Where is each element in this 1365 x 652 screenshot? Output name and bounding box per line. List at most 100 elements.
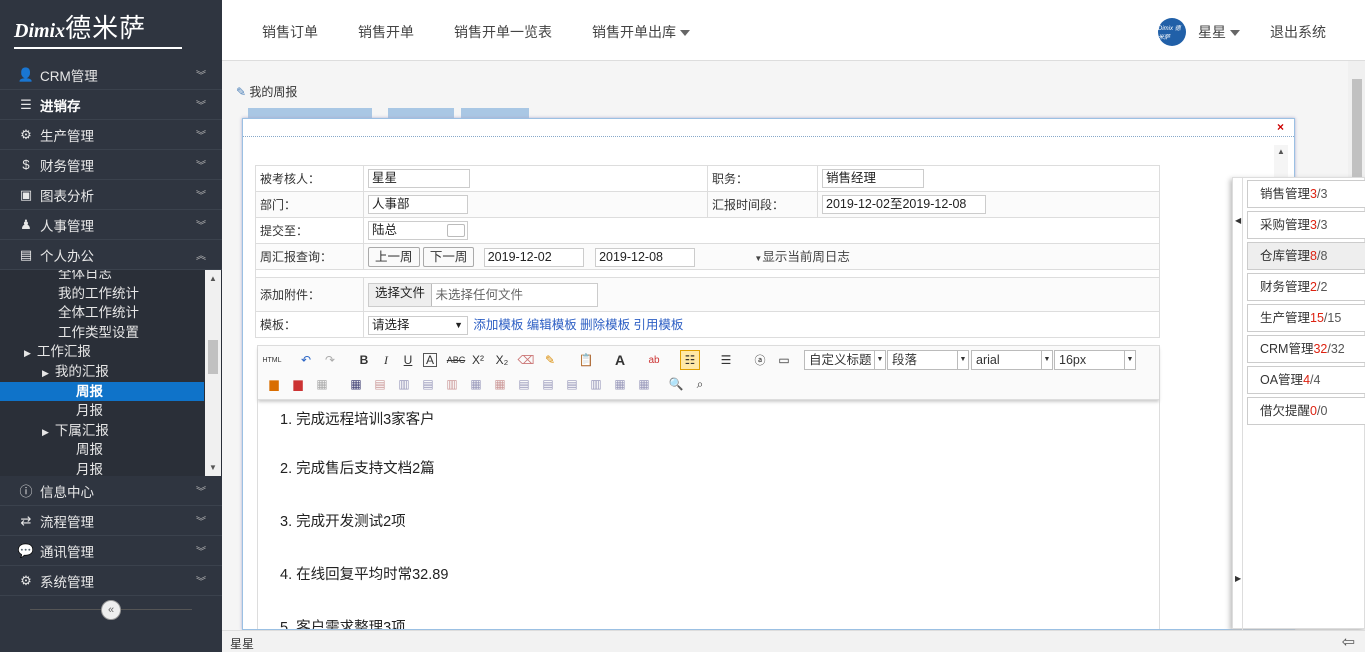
next-week-button[interactable]: 下一周 [422,247,475,268]
superscript-icon[interactable]: X² [468,350,488,370]
submit-to-field[interactable]: 陆总 [368,221,468,240]
paragraph-select[interactable]: 段落 ▼ [887,350,969,370]
table-props-icon[interactable]: ▦ [610,374,630,394]
back-arrow-icon[interactable]: ⇦ [1342,632,1355,652]
sidebar-item-finance[interactable]: $ 财务管理 ︾ [0,150,222,180]
font-size-select[interactable]: 16px ▼ [1054,350,1136,370]
sidebar-item-system[interactable]: ⚙ 系统管理 ︾ [0,566,222,596]
ordered-list-icon[interactable]: ☷ [680,350,700,370]
sub-all-stats[interactable]: 全体工作统计 [0,303,204,323]
reviewee-field[interactable]: 星星 [368,169,470,188]
summary-production[interactable]: 生产管理15/15 [1247,304,1365,332]
font-family-select[interactable]: arial ▼ [971,350,1053,370]
caret-left-icon[interactable]: ◀ [1235,216,1241,225]
sub-my-weekly[interactable]: 周报 [0,381,204,402]
sub-my-monthly[interactable]: 月报 [0,401,204,421]
add-template-link[interactable]: 添加模板 [473,318,523,332]
picker-icon[interactable] [447,224,465,237]
split-cells-icon[interactable]: ▦ [490,374,510,394]
choose-file-button[interactable]: 选择文件 [369,284,433,307]
nav-sales-invoice-list[interactable]: 销售开单一览表 [454,22,552,42]
heading-style-select[interactable]: 自定义标题 ▼ [804,350,886,370]
sub-my-report[interactable]: ▶ 我的汇报 [0,362,204,382]
sub-my-stats[interactable]: 我的工作统计 [0,284,204,304]
panel-toggle[interactable]: ◀ ▶ [1233,178,1243,630]
undo-icon[interactable]: ↶ [296,350,316,370]
subscript-icon[interactable]: X₂ [492,350,512,370]
sub-work-report[interactable]: ▶ 工作汇报 [0,342,204,362]
sub-sub-report[interactable]: ▶ 下属汇报 [0,421,204,441]
unordered-list-icon[interactable]: ☰ [716,350,736,370]
font-color-icon[interactable]: A [610,350,630,370]
sidebar-item-inventory[interactable]: ☰ 进销存 ︾ [0,90,222,120]
merge-cells-icon[interactable]: ▦ [466,374,486,394]
scroll-down-icon[interactable]: ▼ [209,463,217,472]
redo-icon[interactable]: ↷ [320,350,340,370]
bold-icon[interactable]: B [354,350,374,370]
sidebar-item-info[interactable]: ⓘ 信息中心 ︾ [0,476,222,506]
format-brush-icon[interactable]: ✎ [540,350,560,370]
scroll-up-icon[interactable]: ▲ [209,274,217,283]
sub-sub-weekly[interactable]: 周报 [0,440,204,460]
sidebar-item-personal[interactable]: ▤ 个人办公 ︽ [0,240,222,270]
editor-content[interactable]: 1. 完成远程培训3家客户 2. 完成售后支持文档2篇 3. 完成开发测试2项 … [258,400,1159,629]
logout-link[interactable]: 退出系统 [1270,22,1326,42]
collapse-button[interactable]: « [101,600,121,620]
dept-field[interactable]: 人事部 [368,195,468,214]
caret-right-icon[interactable]: ▶ [1235,574,1241,583]
summary-debt[interactable]: 借欠提醒0/0 [1247,397,1365,425]
scroll-thumb[interactable] [208,340,218,374]
sidebar-item-crm[interactable]: 👤 CRM管理 ︾ [0,60,222,90]
show-log-link[interactable]: ▼显示当前周日志 [754,250,849,264]
insert-col-icon[interactable]: ▥ [394,374,414,394]
split-cols-icon[interactable]: ▥ [586,374,606,394]
font-border-icon[interactable]: A [423,353,437,367]
summary-warehouse[interactable]: 仓库管理8/8 [1247,242,1365,270]
italic-icon[interactable]: I [376,350,396,370]
multi-image-icon[interactable]: ▆ [288,374,308,394]
edit-template-link[interactable]: 编辑模板 [527,318,577,332]
image-icon[interactable]: ▆ [264,374,284,394]
position-field[interactable]: 销售经理 [822,169,924,188]
scroll-thumb[interactable] [1352,79,1362,187]
delete-template-link[interactable]: 删除模板 [580,318,630,332]
nav-sales-order[interactable]: 销售订单 [262,22,318,42]
cell-props-icon[interactable]: ▦ [634,374,654,394]
sidebar-item-production[interactable]: ⚙ 生产管理 ︾ [0,120,222,150]
delete-row-icon[interactable]: ▤ [418,374,438,394]
nav-sales-outbound[interactable]: 销售开单出库 [592,22,690,42]
sub-sub-monthly[interactable]: 月报 [0,460,204,476]
summary-sales[interactable]: 销售管理3/3 [1247,180,1365,208]
eraser-icon[interactable]: ⌫ [516,350,536,370]
sub-work-types[interactable]: 工作类型设置 [0,323,204,343]
template-select[interactable]: 请选择 ▼ [368,316,468,336]
underline-icon[interactable]: U [398,350,418,370]
submenu-scrollbar[interactable]: ▲ ▼ [205,270,221,476]
anchor-icon[interactable]: ⓐ [750,350,770,370]
merge-right-icon[interactable]: ▤ [514,374,534,394]
merge-down-icon[interactable]: ▤ [538,374,558,394]
scrawl-icon[interactable]: ▦ [312,374,332,394]
delete-col-icon[interactable]: ▥ [442,374,462,394]
summary-crm[interactable]: CRM管理32/32 [1247,335,1365,363]
insert-row-icon[interactable]: ▤ [370,374,390,394]
summary-finance[interactable]: 财务管理2/2 [1247,273,1365,301]
highlight-icon[interactable]: ab [644,350,664,370]
date-from-field[interactable]: 2019-12-02 [483,247,584,267]
close-icon[interactable]: × [1277,120,1284,134]
table-icon[interactable]: ▦ [346,374,366,394]
strikethrough-icon[interactable]: ABC [446,350,466,370]
sidebar-item-comm[interactable]: 💬 通讯管理 ︾ [0,536,222,566]
period-field[interactable]: 2019-12-02至2019-12-08 [822,195,986,214]
user-menu[interactable]: 星星 [1198,22,1240,42]
scroll-up-icon[interactable]: ▲ [1277,147,1285,156]
use-template-link[interactable]: 引用模板 [633,318,683,332]
search-replace-icon[interactable]: ⌕ [690,374,710,394]
split-rows-icon[interactable]: ▤ [562,374,582,394]
file-input[interactable]: 选择文件 未选择任何文件 [368,282,598,307]
sidebar-item-flow[interactable]: ⇄ 流程管理 ︾ [0,506,222,536]
avatar[interactable]: Dimix 德米萨 [1158,18,1186,46]
paste-text-icon[interactable]: 📋 [576,350,596,370]
sidebar-item-charts[interactable]: ▣ 图表分析 ︾ [0,180,222,210]
date-to-field[interactable]: 2019-12-08 [595,247,696,267]
